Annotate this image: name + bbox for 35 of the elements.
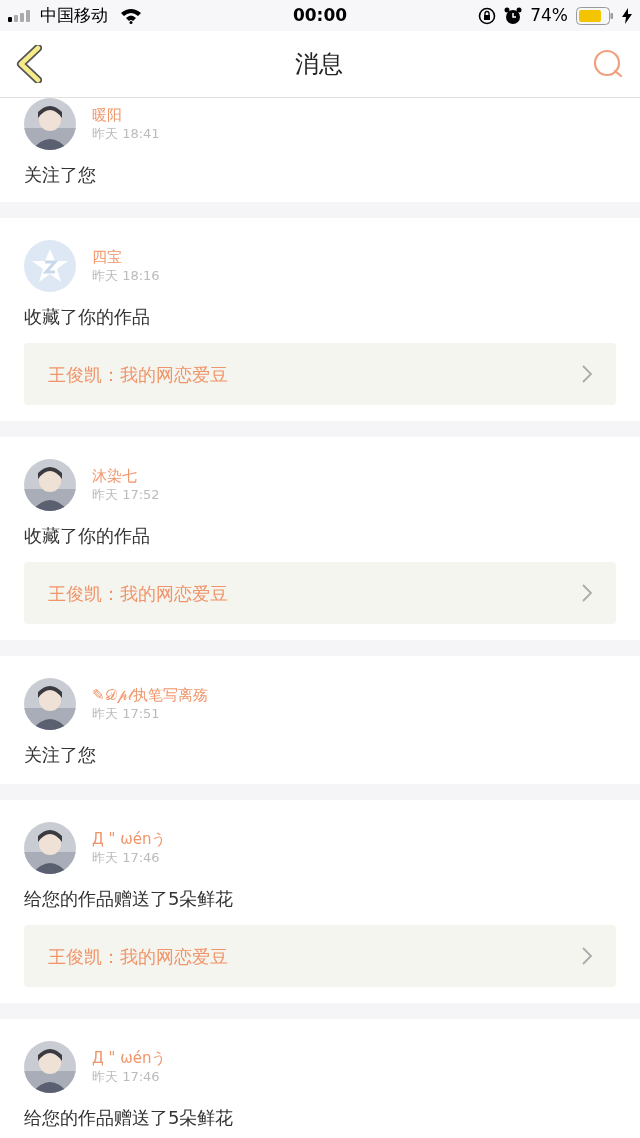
chevron-right-icon — [582, 947, 592, 965]
user-name[interactable]: 四宝 — [92, 247, 160, 267]
back-chevron-icon — [16, 45, 42, 83]
rotation-lock-icon — [478, 6, 497, 25]
charging-icon — [622, 7, 632, 24]
user-name[interactable]: Д " ωénう — [92, 829, 167, 849]
message-text: 给您的作品赠送了5朵鲜花 — [24, 1106, 235, 1130]
clock-time: 00:00 — [291, 3, 349, 27]
message-time: 昨天 18:16 — [92, 267, 160, 285]
message-time: 昨天 17:52 — [92, 486, 160, 504]
message-text: 关注了您 — [24, 163, 97, 187]
alarm-icon — [504, 6, 523, 25]
message-text: 给您的作品赠送了5朵鲜花 — [24, 887, 235, 911]
chevron-right-icon — [582, 365, 592, 383]
chevron-right-icon — [582, 584, 592, 602]
message-text: 收藏了你的作品 — [24, 305, 151, 329]
user-name[interactable]: ✎𝒟𝓅𝓁执笔写离殇 — [92, 685, 208, 705]
battery-icon — [576, 6, 614, 25]
user-name[interactable]: 沐染七 — [92, 466, 160, 486]
default-avatar-icon — [24, 240, 76, 292]
message-time: 昨天 17:46 — [92, 1068, 161, 1086]
work-link[interactable]: 王俊凯：我的网恋爱豆 — [24, 562, 616, 624]
wifi-icon — [120, 7, 142, 24]
carrier-name: 中国移动 — [40, 3, 108, 27]
message-time: 昨天 17:51 — [92, 705, 161, 723]
user-name[interactable]: Д " ωénう — [92, 1048, 167, 1068]
message-time: 昨天 17:46 — [92, 849, 161, 867]
work-link[interactable]: 王俊凯：我的网恋爱豆 — [24, 343, 616, 405]
user-name[interactable]: 暖阳 — [92, 105, 160, 125]
message-text: 关注了您 — [24, 743, 97, 767]
work-link[interactable]: 王俊凯：我的网恋爱豆 — [24, 925, 616, 987]
battery-percent: 74% — [530, 3, 568, 27]
message-time: 昨天 18:41 — [92, 125, 160, 143]
message-text: 收藏了你的作品 — [24, 524, 151, 548]
page-title: 消息 — [295, 49, 343, 80]
